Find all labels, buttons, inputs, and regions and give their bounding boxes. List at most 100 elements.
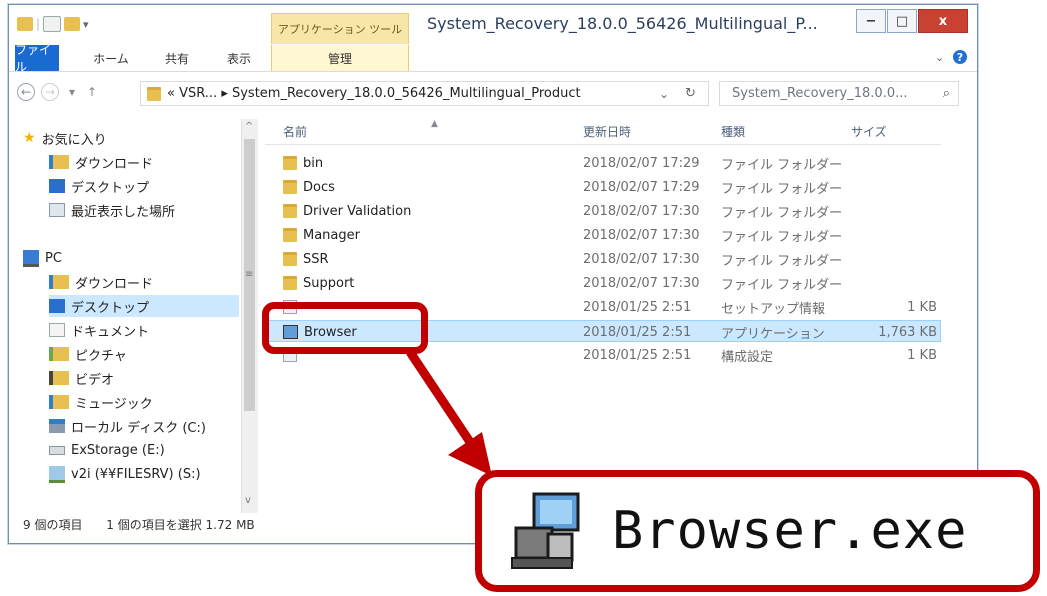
scroll-grip-icon: ≡ <box>245 269 254 280</box>
star-icon: ★ <box>23 130 36 146</box>
up-button[interactable]: ↑ <box>83 83 101 101</box>
status-item-count: 9 個の項目 <box>23 518 83 532</box>
column-size[interactable]: サイズ <box>851 118 887 144</box>
folder-icon <box>283 156 297 170</box>
title-bar: | ▾ アプリケーション ツール System_Recovery_18.0.0_… <box>9 5 977 44</box>
drive-icon <box>49 419 65 433</box>
nav-item-music[interactable]: ミュージック <box>49 391 153 413</box>
nav-item-recent[interactable]: 最近表示した場所 <box>49 199 175 221</box>
file-type: セットアップ情報 <box>721 301 826 317</box>
column-name[interactable]: 名前 <box>283 118 307 144</box>
file-name: Support <box>303 275 355 291</box>
file-date: 2018/02/07 17:29 <box>583 155 700 171</box>
file-name: SSR <box>303 251 329 267</box>
file-type: ファイル フォルダー <box>721 157 843 173</box>
nav-item-pc-downloads[interactable]: ダウンロード <box>49 271 153 293</box>
nav-item-local-disk[interactable]: ローカル ディスク (C:) <box>49 415 206 437</box>
nav-item-pictures[interactable]: ピクチャ <box>49 343 127 365</box>
file-row[interactable]: bin 2018/02/07 17:29 ファイル フォルダー <box>267 152 941 174</box>
nav-item-exstorage[interactable]: ExStorage (E:) <box>49 439 165 461</box>
computer-icon <box>23 249 39 267</box>
help-icon[interactable]: ? <box>953 50 967 64</box>
forward-button[interactable]: → <box>41 83 59 101</box>
address-bar[interactable]: « VSR... ▸ System_Recovery_18.0.0_56426_… <box>140 81 709 106</box>
search-icon[interactable]: ⌕ <box>943 86 950 101</box>
nav-item-videos[interactable]: ビデオ <box>49 367 114 389</box>
customize-qat-icon[interactable]: ▾ <box>83 18 89 31</box>
nav-item-pc-desktop[interactable]: デスクトップ <box>49 295 239 317</box>
folder-icon <box>283 228 297 242</box>
nav-label: ダウンロード <box>75 276 154 292</box>
file-date: 2018/02/07 17:30 <box>583 275 700 291</box>
context-tab-application-tools: アプリケーション ツール <box>271 13 409 44</box>
nav-favorites[interactable]: ★ お気に入り <box>23 127 107 149</box>
file-type: アプリケーション <box>721 326 825 342</box>
tab-manage[interactable]: 管理 <box>271 45 409 71</box>
nav-label: 最近表示した場所 <box>71 204 176 220</box>
tab-view[interactable]: 表示 <box>221 45 257 71</box>
desktop-icon <box>49 179 65 193</box>
folder-icon <box>283 204 297 218</box>
nav-label: ビデオ <box>75 372 115 388</box>
file-date: 2018/02/07 17:29 <box>583 179 700 195</box>
videos-icon <box>49 371 69 385</box>
download-folder-icon <box>49 155 69 169</box>
nav-label: PC <box>45 250 62 266</box>
file-size: 1 KB <box>907 299 937 315</box>
nav-scrollbar[interactable]: ^ ≡ v <box>241 119 258 513</box>
status-bar: 9 個の項目 1 個の項目を選択 1.72 MB <box>23 516 255 533</box>
tab-file[interactable]: ファイル <box>15 43 59 74</box>
collapse-ribbon-icon[interactable]: ⌄ <box>935 51 944 64</box>
folder-icon[interactable] <box>17 17 33 31</box>
nav-pc[interactable]: PC <box>23 247 62 269</box>
nav-label: v2i (¥¥FILESRV) (S:) <box>71 466 201 482</box>
file-row[interactable]: Docs 2018/02/07 17:29 ファイル フォルダー <box>267 176 941 198</box>
callout-filename: Browser.exe <box>612 501 968 561</box>
address-dropdown-icon[interactable]: ⌄ <box>659 87 669 101</box>
file-date: 2018/02/07 17:30 <box>583 227 700 243</box>
file-row[interactable]: Manager 2018/02/07 17:30 ファイル フォルダー <box>267 224 941 246</box>
nav-item-documents[interactable]: ドキュメント <box>49 319 149 341</box>
pictures-icon <box>49 347 69 361</box>
tab-share[interactable]: 共有 <box>159 45 195 71</box>
scroll-up-icon[interactable]: ^ <box>245 121 253 132</box>
download-folder-icon <box>49 275 69 289</box>
tab-home[interactable]: ホーム <box>91 45 131 71</box>
file-date: 2018/02/07 17:30 <box>583 203 700 219</box>
refresh-icon[interactable]: ↻ <box>685 86 696 101</box>
status-selection: 1 個の項目を選択 1.72 MB <box>106 518 255 532</box>
nav-item-downloads[interactable]: ダウンロード <box>49 151 153 173</box>
quick-access-toolbar: | ▾ <box>17 14 89 34</box>
address-path[interactable]: « VSR... ▸ System_Recovery_18.0.0_56426_… <box>167 86 581 101</box>
nav-item-network-drive[interactable]: v2i (¥¥FILESRV) (S:) <box>49 463 201 485</box>
folder-icon <box>283 276 297 290</box>
file-type: 構成設定 <box>721 349 774 365</box>
new-folder-icon[interactable] <box>64 17 81 31</box>
file-type: ファイル フォルダー <box>721 229 843 245</box>
back-button[interactable]: ← <box>17 83 35 101</box>
separator: | <box>36 17 41 31</box>
folder-icon <box>283 252 297 266</box>
close-button[interactable]: x <box>918 9 968 33</box>
desktop-icon <box>49 299 65 313</box>
folder-icon <box>283 180 297 194</box>
file-row[interactable]: Support 2018/02/07 17:30 ファイル フォルダー <box>267 272 941 294</box>
scroll-down-icon[interactable]: v <box>245 495 251 506</box>
file-row[interactable]: Driver Validation 2018/02/07 17:30 ファイル … <box>267 200 941 222</box>
search-input[interactable]: System_Recovery_18.0.0... ⌕ <box>719 81 959 106</box>
nav-label: ダウンロード <box>75 156 154 172</box>
nav-item-desktop[interactable]: デスクトップ <box>49 175 149 197</box>
file-date: 2018/01/25 2:51 <box>583 299 692 315</box>
file-row[interactable]: SSR 2018/02/07 17:30 ファイル フォルダー <box>267 248 941 270</box>
recent-places-icon <box>49 203 65 217</box>
file-type: ファイル フォルダー <box>721 181 843 197</box>
column-date[interactable]: 更新日時 <box>583 118 631 144</box>
properties-icon[interactable] <box>43 16 62 32</box>
minimize-button[interactable]: − <box>856 9 886 33</box>
zoom-callout: Browser.exe <box>475 470 1040 592</box>
file-date: 2018/01/25 2:51 <box>583 347 692 363</box>
recent-locations-button[interactable]: ▾ <box>63 83 81 101</box>
nav-label: デスクトップ <box>71 300 150 316</box>
maximize-button[interactable]: □ <box>887 9 917 33</box>
column-type[interactable]: 種類 <box>721 118 745 144</box>
